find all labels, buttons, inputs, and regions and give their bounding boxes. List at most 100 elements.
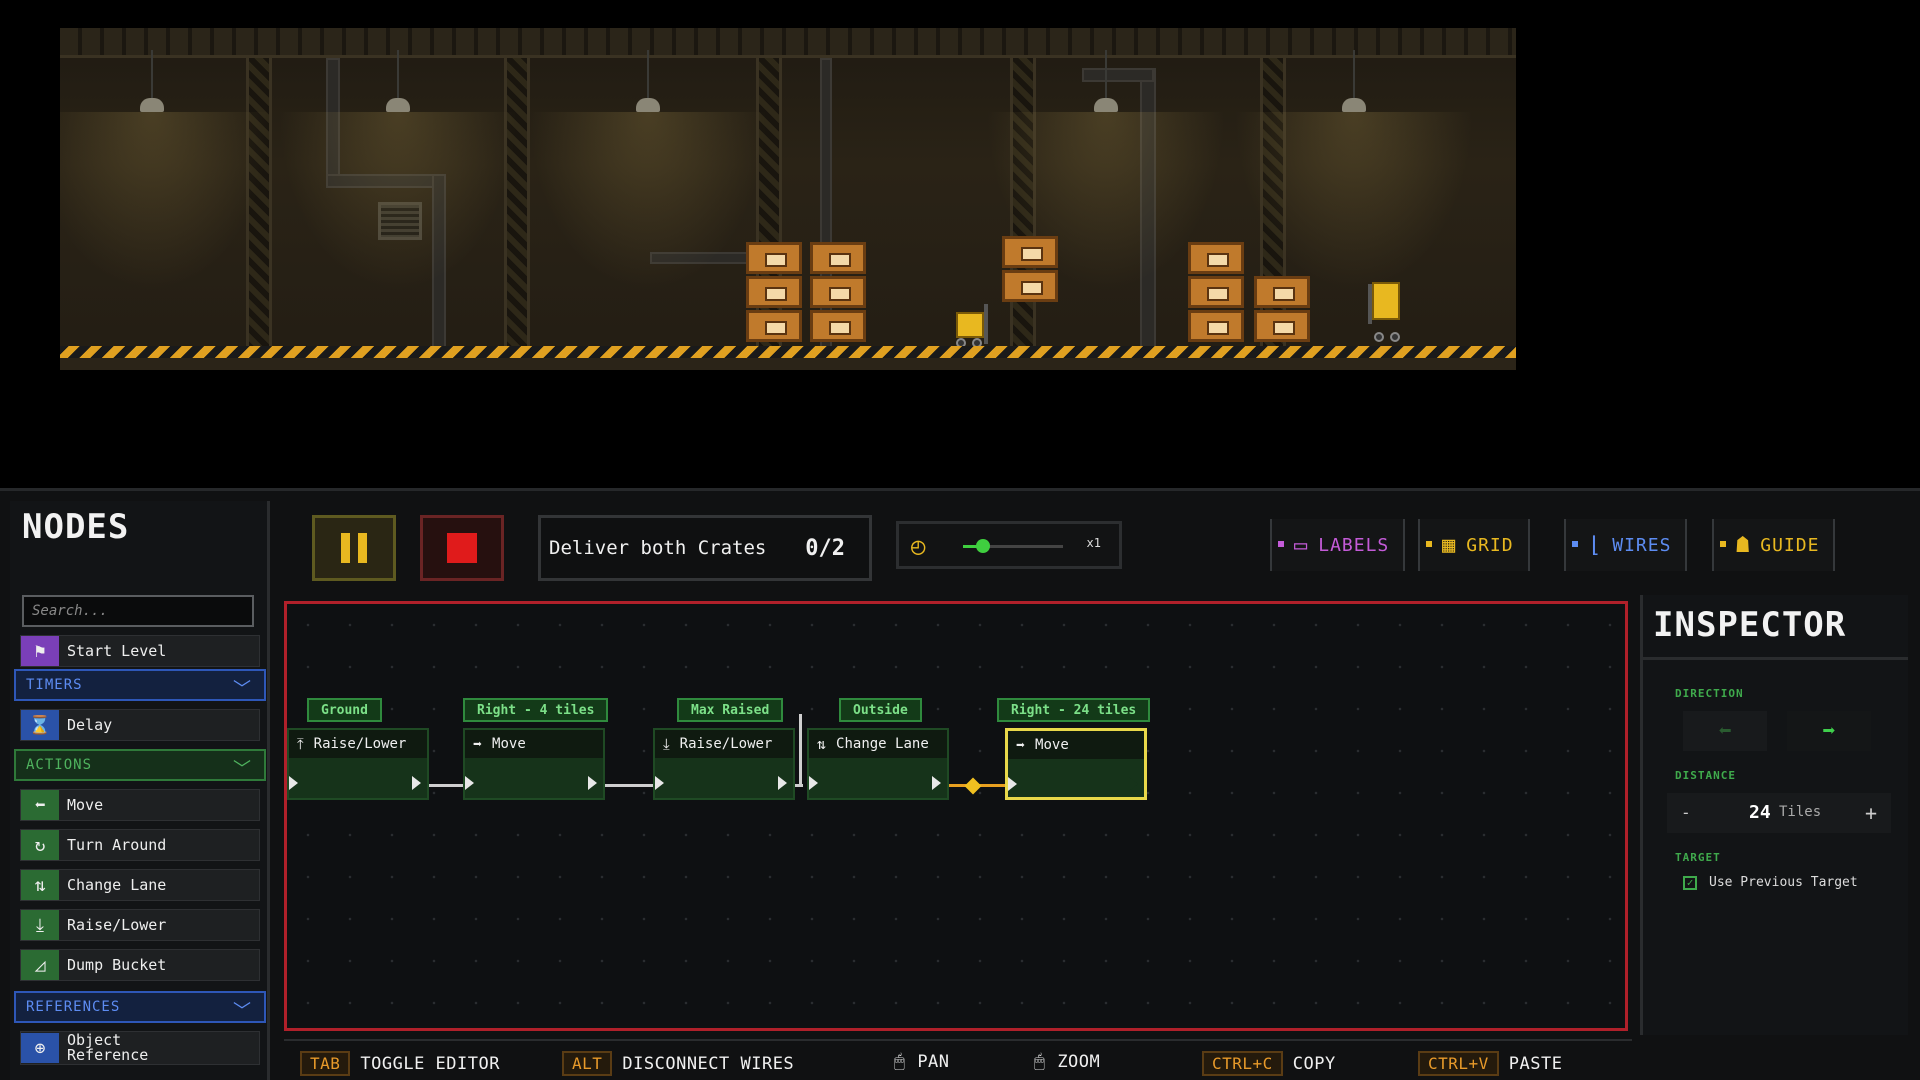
node-item-start-level[interactable]: ⚑ Start Level: [20, 635, 260, 667]
toggle-label: WIRES: [1612, 534, 1672, 556]
guide-icon: ☗: [1736, 532, 1751, 558]
input-pin[interactable]: [1008, 777, 1017, 791]
node-label-ground[interactable]: Ground: [307, 698, 382, 722]
graph-node-raise-lower-2[interactable]: ⤓ Raise/Lower: [653, 728, 795, 800]
node-header: ➡ Move: [1008, 731, 1144, 759]
input-pin[interactable]: [465, 776, 474, 790]
output-pin[interactable]: [932, 776, 941, 790]
hourglass-icon: ⌛: [21, 710, 59, 740]
node-item-object-reference[interactable]: ⊕ Object Reference: [20, 1031, 260, 1065]
node-item-delay[interactable]: ⌛ Delay: [20, 709, 260, 741]
node-title: Raise/Lower: [679, 736, 773, 752]
arrow-right-icon: ➡: [1016, 736, 1026, 754]
distance-value[interactable]: 24: [1749, 802, 1771, 823]
wire[interactable]: [605, 784, 653, 787]
guide-toggle[interactable]: ☗ GUIDE: [1712, 519, 1836, 571]
stop-button[interactable]: [420, 515, 504, 581]
node-header: ⇅ Change Lane: [809, 730, 947, 758]
pause-button[interactable]: [312, 515, 396, 581]
arrow-right-icon: ➡: [1822, 718, 1836, 744]
turn-around-icon: ↻: [21, 830, 59, 860]
node-item-move[interactable]: ⬅ Move: [20, 789, 260, 821]
category-actions[interactable]: ACTIONS ﹀: [14, 749, 266, 781]
node-item-dump-bucket[interactable]: ◿ Dump Bucket: [20, 949, 260, 981]
lamp-light: [528, 112, 768, 292]
node-graph-canvas[interactable]: Ground ⤒ Raise/Lower Right - 4 tiles ➡ Mov…: [284, 601, 1628, 1031]
lower-icon: ⤓: [663, 735, 670, 753]
distance-decrement-button[interactable]: -: [1681, 803, 1691, 822]
use-previous-target-checkbox[interactable]: ✓ Use Previous Target: [1683, 875, 1858, 890]
node-item-label: Start Level: [67, 641, 167, 660]
output-pin[interactable]: [1129, 777, 1138, 791]
distance-increment-button[interactable]: +: [1865, 801, 1877, 825]
stop-icon: [447, 533, 477, 563]
graph-node-raise-lower[interactable]: ⤒ Raise/Lower: [287, 728, 429, 800]
direction-left-button[interactable]: ⬅: [1683, 711, 1767, 751]
output-pin[interactable]: [412, 776, 421, 790]
hint-zoom: 🖱 ZOOM: [1034, 1051, 1100, 1072]
direction-right-button[interactable]: ➡: [1787, 711, 1871, 751]
toggle-label: GRID: [1466, 534, 1514, 556]
wire[interactable]: [799, 714, 802, 786]
arrow-left-icon: ⬅: [21, 790, 59, 820]
input-pin[interactable]: [655, 776, 664, 790]
game-viewport: [60, 28, 1516, 370]
speed-slider-handle[interactable]: [976, 539, 990, 553]
node-item-label: Turn Around: [67, 835, 167, 854]
node-label-outside[interactable]: Outside: [839, 698, 922, 722]
objective-count: 0/2: [805, 535, 845, 561]
hint-action: PASTE: [1508, 1053, 1563, 1074]
node-label-right-24-tiles[interactable]: Right - 24 tiles: [997, 698, 1151, 722]
lamp-light: [60, 112, 272, 292]
output-pin[interactable]: [778, 776, 787, 790]
chevron-down-icon: ﹀: [233, 759, 252, 780]
crate: [1002, 270, 1058, 302]
key-badge: TAB: [300, 1051, 351, 1076]
input-pin[interactable]: [809, 776, 818, 790]
labels-toggle[interactable]: ▭ LABELS: [1270, 519, 1406, 571]
node-item-label: Dump Bucket: [67, 955, 167, 974]
graph-node-change-lane[interactable]: ⇅ Change Lane: [807, 728, 949, 800]
node-label-max-raised[interactable]: Max Raised: [677, 698, 784, 722]
node-item-turn-around[interactable]: ↻ Turn Around: [20, 829, 260, 861]
category-timers[interactable]: TIMERS ﹀: [14, 669, 266, 701]
output-pin[interactable]: [588, 776, 597, 790]
node-title: Raise/Lower: [313, 736, 407, 752]
shortcut-hints-bar: TAB TOGGLE EDITOR ALT DISCONNECT WIRES 🖱…: [284, 1039, 1632, 1080]
crate: [1254, 310, 1310, 342]
search-input[interactable]: [22, 595, 254, 627]
node-item-change-lane[interactable]: ⇅ Change Lane: [20, 869, 260, 901]
crate: [1188, 276, 1244, 308]
node-item-label: Move: [67, 795, 104, 814]
grid-toggle[interactable]: ▦ GRID: [1418, 519, 1530, 571]
change-lane-icon: ⇅: [21, 870, 59, 900]
category-references[interactable]: REFERENCES ﹀: [14, 991, 266, 1023]
graph-node-move[interactable]: ➡ Move: [463, 728, 605, 800]
node-label-right-4-tiles[interactable]: Right - 4 tiles: [463, 698, 609, 722]
crate: [810, 242, 866, 274]
crate: [746, 276, 802, 308]
ceiling-lamp: [1342, 50, 1366, 112]
chevron-down-icon: ﹀: [233, 679, 252, 700]
arrow-left-icon: ⬅: [1718, 718, 1732, 744]
chevron-down-icon: ﹀: [233, 1001, 252, 1022]
graph-node-move-selected[interactable]: ➡ Move: [1005, 728, 1147, 800]
input-pin[interactable]: [289, 776, 298, 790]
distance-stepper: - 24 Tiles +: [1667, 793, 1891, 833]
editor-ui: NODES ⚑ Start Level TIMERS ﹀ ⌛ Delay ACT…: [0, 488, 1920, 1080]
node-item-raise-lower[interactable]: ⤓ Raise/Lower: [20, 909, 260, 941]
speed-slider[interactable]: [963, 539, 1063, 553]
crate: [1002, 236, 1058, 268]
node-title: Move: [1035, 737, 1069, 753]
speed-multiplier: x1: [1086, 536, 1101, 550]
checkbox-icon: ✓: [1683, 875, 1697, 890]
crate: [810, 276, 866, 308]
wires-toggle[interactable]: ⌊ WIRES: [1564, 519, 1688, 571]
hint-paste: CTRL+V PASTE: [1418, 1051, 1562, 1076]
ceiling-lamp: [636, 50, 660, 112]
hazard-floor: [60, 346, 1516, 358]
toggle-label: GUIDE: [1760, 534, 1820, 556]
hint-toggle-editor: TAB TOGGLE EDITOR: [300, 1051, 500, 1076]
lamp-light: [278, 112, 518, 292]
inspector-panel: INSPECTOR DIRECTION ⬅ ➡ DISTANCE - 24 Ti…: [1640, 595, 1908, 1035]
